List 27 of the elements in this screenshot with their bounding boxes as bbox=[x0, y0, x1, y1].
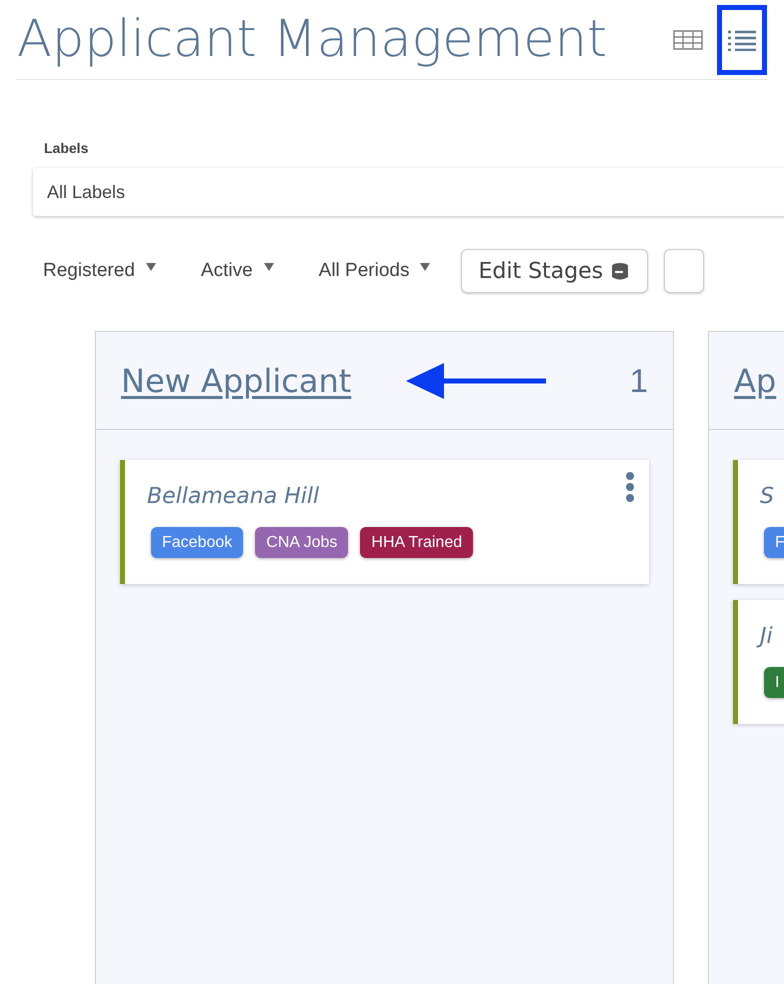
grid-icon bbox=[673, 30, 703, 50]
edit-stages-button[interactable]: Edit Stages bbox=[461, 249, 648, 293]
field-label: Labels bbox=[44, 139, 90, 158]
label-tag: F bbox=[764, 527, 784, 558]
page-title: Applicant Management bbox=[17, 14, 607, 65]
applicant-card[interactable]: Bellameana Hill Facebook CNA Jobs HHA Trained bbox=[120, 460, 649, 584]
more-icon[interactable] bbox=[625, 472, 635, 502]
label-tag: CNA Jobs bbox=[255, 527, 348, 558]
applicant-name: Bellameana Hill bbox=[147, 483, 320, 511]
list-icon bbox=[727, 28, 757, 50]
labels-field[interactable]: All Labels bbox=[33, 168, 784, 216]
stage-title-link[interactable]: New Applicant bbox=[121, 356, 352, 404]
filter-dropdown[interactable]: Active bbox=[200, 256, 275, 286]
caret-icon bbox=[419, 262, 432, 272]
label-tag: HHA Trained bbox=[360, 527, 474, 558]
filter-dropdown[interactable]: Registered bbox=[43, 256, 157, 286]
stage-title-link[interactable]: Ap bbox=[734, 356, 776, 404]
applicant-name: S bbox=[760, 483, 774, 511]
list-view-button[interactable] bbox=[717, 4, 767, 74]
caret-icon bbox=[262, 262, 275, 272]
caret-icon bbox=[144, 262, 157, 272]
label-tag: I bbox=[764, 667, 784, 698]
stage-count: 1 bbox=[630, 360, 648, 401]
label-tag: Facebook bbox=[151, 527, 244, 558]
applicant-card[interactable]: Ji I bbox=[733, 600, 784, 724]
filter-dropdown[interactable]: All Periods bbox=[318, 256, 432, 286]
applicant-card[interactable]: S F bbox=[733, 460, 784, 584]
